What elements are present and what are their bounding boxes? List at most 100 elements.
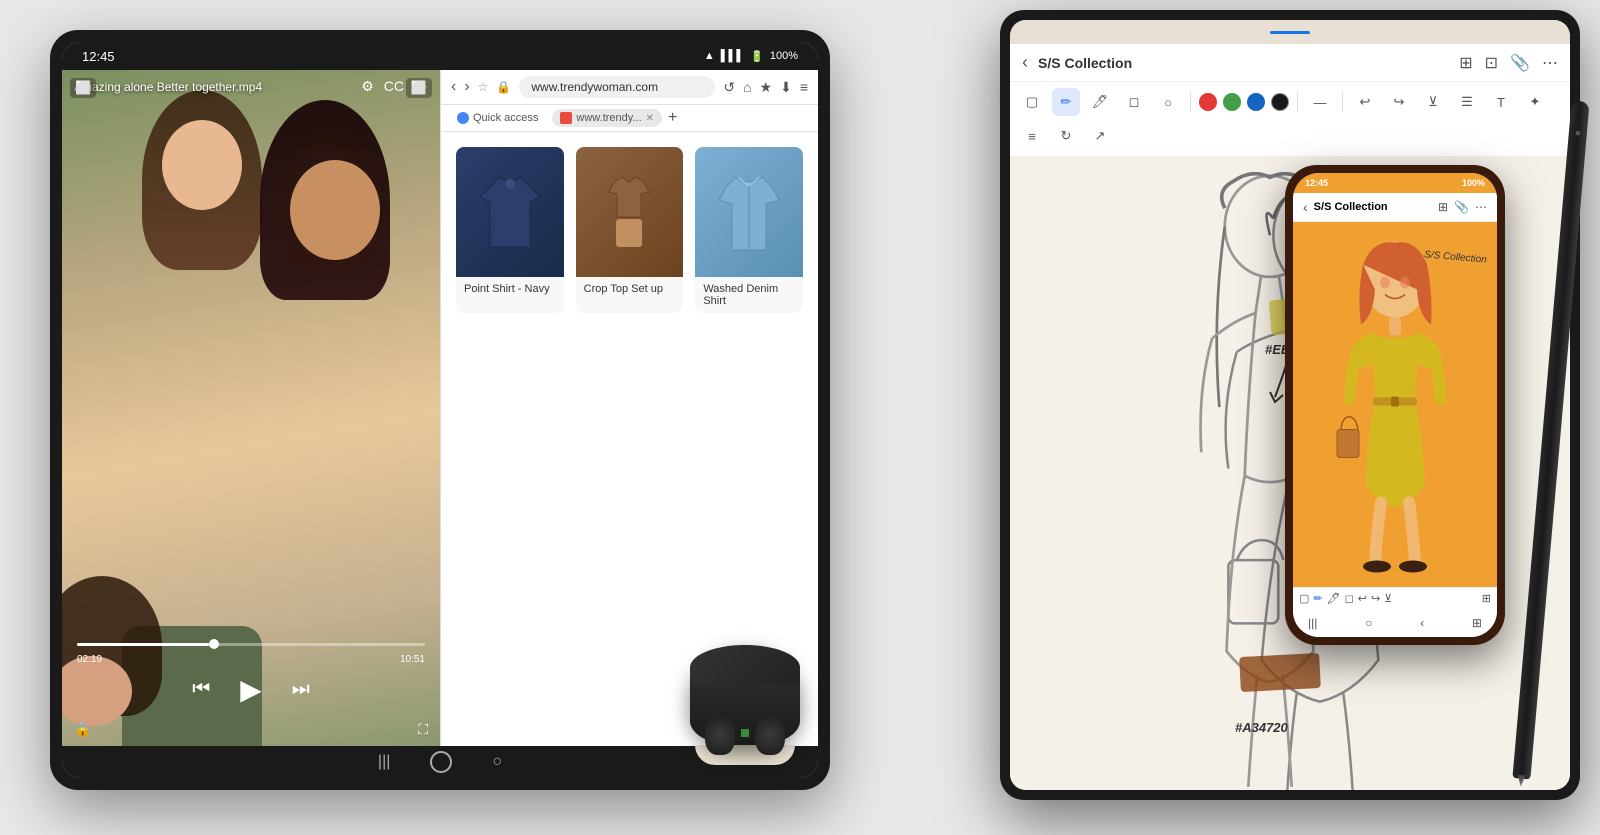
star-icon[interactable]: ★ bbox=[760, 79, 773, 96]
next-button[interactable]: ⏭ bbox=[292, 678, 310, 701]
notes-back-button[interactable]: ‹ bbox=[1022, 52, 1028, 73]
video-thumbnail: Amazing alone Better together.mp4 ⚙ CC ⋯… bbox=[62, 70, 440, 746]
phone-title: S/S Collection bbox=[1314, 201, 1388, 213]
tab-close-button[interactable]: ✕ bbox=[646, 113, 654, 124]
recent-apps-icon[interactable]: ||| bbox=[378, 753, 390, 771]
settings-icon[interactable]: ⚙ bbox=[361, 78, 374, 95]
phone-eraser[interactable]: ◻ bbox=[1345, 592, 1354, 605]
new-tab-button[interactable]: + bbox=[668, 109, 677, 127]
cc-label[interactable]: CC bbox=[384, 78, 404, 95]
progress-bar[interactable] bbox=[77, 643, 425, 646]
product-label-denim: Washed Denim Shirt bbox=[695, 277, 803, 313]
home-icon[interactable]: ⌂ bbox=[743, 79, 751, 96]
tablet-status-icons: ▲ ▌▌▌ 🔋 100% bbox=[704, 50, 798, 63]
active-tab[interactable]: www.trendy... ✕ bbox=[552, 109, 662, 127]
earbuds-case-bottom bbox=[690, 685, 800, 745]
product-grid: Point Shirt - Navy bbox=[456, 147, 803, 313]
phone-more-icon[interactable]: ⋯ bbox=[1475, 200, 1487, 214]
battery-icon: 🔋 bbox=[750, 50, 764, 63]
product-card-denim[interactable]: Washed Denim Shirt bbox=[695, 147, 803, 313]
select-tool[interactable]: ▢ bbox=[1018, 88, 1046, 116]
phone-layout-icon[interactable]: ⊞ bbox=[1438, 200, 1448, 214]
phone-attach-icon[interactable]: 📎 bbox=[1454, 200, 1469, 214]
back-gesture-icon[interactable]: ○ bbox=[492, 753, 502, 771]
expand-icon[interactable]: ⛶ bbox=[418, 721, 428, 738]
phone-fashion-figure bbox=[1293, 222, 1497, 587]
tablet-status-bar: 12:45 ▲ ▌▌▌ 🔋 100% bbox=[62, 42, 818, 70]
prev-button[interactable]: ⏮ bbox=[192, 678, 210, 701]
convert-tool[interactable]: ↻ bbox=[1052, 122, 1080, 150]
phone-app-drawer[interactable]: ⊞ bbox=[1472, 616, 1482, 630]
text-tool[interactable]: T bbox=[1487, 88, 1515, 116]
notes-layout-icon[interactable]: ⊞ bbox=[1459, 53, 1472, 73]
earbud-right bbox=[755, 715, 785, 755]
phone-header-right: ⊞ 📎 ⋯ bbox=[1438, 200, 1487, 214]
phone-back-button[interactable]: ‹ bbox=[1303, 199, 1308, 215]
phone-content: S/S Collection bbox=[1293, 222, 1497, 587]
video-resize-tl[interactable]: ⬜ bbox=[70, 78, 96, 98]
pen-tool[interactable]: ✏ bbox=[1052, 88, 1080, 116]
color-black[interactable] bbox=[1271, 93, 1289, 111]
video-resize-tr[interactable]: ⬜ bbox=[406, 78, 432, 98]
menu-icon[interactable]: ≡ bbox=[800, 79, 808, 96]
color-red[interactable] bbox=[1199, 93, 1217, 111]
phone-more-tools[interactable]: ⊞ bbox=[1482, 592, 1491, 605]
phone-recent-icon[interactable]: ||| bbox=[1308, 616, 1317, 630]
phone-back-gesture[interactable]: ‹ bbox=[1420, 616, 1424, 630]
url-bar[interactable] bbox=[519, 76, 715, 98]
color-blue[interactable] bbox=[1247, 93, 1265, 111]
earbuds-case bbox=[680, 645, 810, 785]
redo-button[interactable]: ↪ bbox=[1385, 88, 1413, 116]
notes-more-icon[interactable]: ⋯ bbox=[1542, 53, 1558, 73]
browser-toolbar: ‹ › ☆ 🔒 ↺ ⌂ ★ ⬇ ≡ bbox=[441, 70, 818, 105]
phone-screen: 12:45 100% ‹ S/S Collection ⊞ 📎 ⋯ bbox=[1293, 173, 1497, 637]
phone: 12:45 100% ‹ S/S Collection ⊞ 📎 ⋯ bbox=[1285, 165, 1505, 645]
play-button[interactable]: ▶ bbox=[240, 673, 262, 706]
progress-dot[interactable] bbox=[209, 639, 219, 649]
video-panel: Amazing alone Better together.mp4 ⚙ CC ⋯… bbox=[62, 70, 440, 746]
undo-button[interactable]: ↩ bbox=[1351, 88, 1379, 116]
quick-access-label: Quick access bbox=[473, 112, 538, 124]
forward-button[interactable]: › bbox=[464, 78, 469, 96]
share-tool[interactable]: ↗ bbox=[1086, 122, 1114, 150]
line-style[interactable]: — bbox=[1306, 88, 1334, 116]
phone-select-tool[interactable]: ▢ bbox=[1299, 592, 1309, 605]
phone-header-left: ‹ S/S Collection bbox=[1303, 199, 1388, 215]
phone-pen-tool[interactable]: ✏ bbox=[1313, 592, 1322, 605]
product-card-navy[interactable]: Point Shirt - Navy bbox=[456, 147, 564, 313]
reload-icon[interactable]: ↺ bbox=[723, 79, 735, 96]
align-tool[interactable]: ☰ bbox=[1453, 88, 1481, 116]
phone-home-button[interactable]: ○ bbox=[1365, 616, 1372, 630]
product-image-brown bbox=[576, 147, 684, 277]
notes-attach-icon[interactable]: 📎 bbox=[1510, 53, 1530, 73]
video-controls: 02:19 10:51 ⏮ ▶ ⏭ bbox=[62, 643, 440, 706]
quick-access-tab[interactable]: Quick access bbox=[449, 109, 546, 127]
lasso-tool[interactable]: ⊻ bbox=[1419, 88, 1447, 116]
eraser-tool[interactable]: ◻ bbox=[1120, 88, 1148, 116]
format-tool[interactable]: ≡ bbox=[1018, 122, 1046, 150]
video-title: Amazing alone Better together.mp4 bbox=[74, 80, 262, 94]
phone-redo[interactable]: ↪ bbox=[1371, 592, 1380, 605]
browser-action-icons: ↺ ⌂ ★ ⬇ ≡ bbox=[723, 79, 808, 96]
product-card-brown[interactable]: Crop Top Set up bbox=[576, 147, 684, 313]
back-button[interactable]: ‹ bbox=[451, 78, 456, 96]
lock-icon[interactable]: 🔒 bbox=[74, 721, 91, 738]
download-icon[interactable]: ⬇ bbox=[780, 79, 792, 96]
phone-highlighter[interactable]: 🖊 bbox=[1327, 592, 1341, 605]
color-green[interactable] bbox=[1223, 93, 1241, 111]
highlighter-tool[interactable]: 🖊 bbox=[1086, 88, 1114, 116]
ai-tool[interactable]: ✦ bbox=[1521, 88, 1549, 116]
home-button[interactable] bbox=[430, 751, 452, 773]
shirt-brown-svg bbox=[594, 172, 664, 252]
phone-undo[interactable]: ↩ bbox=[1358, 592, 1367, 605]
tablet-time: 12:45 bbox=[82, 49, 115, 64]
phone-lasso[interactable]: ⊻ bbox=[1384, 592, 1392, 605]
bookmark-icon[interactable]: ☆ bbox=[478, 80, 489, 94]
time-current: 02:19 bbox=[77, 654, 102, 665]
notes-title: S/S Collection bbox=[1038, 55, 1132, 71]
video-top-bar: Amazing alone Better together.mp4 ⚙ CC ⋯ bbox=[62, 78, 440, 95]
color-label-brown: #A34720 bbox=[1235, 720, 1288, 735]
shape-tool[interactable]: ○ bbox=[1154, 88, 1182, 116]
shirt-navy-svg bbox=[475, 172, 545, 252]
notes-export-icon[interactable]: ⊡ bbox=[1485, 53, 1498, 73]
